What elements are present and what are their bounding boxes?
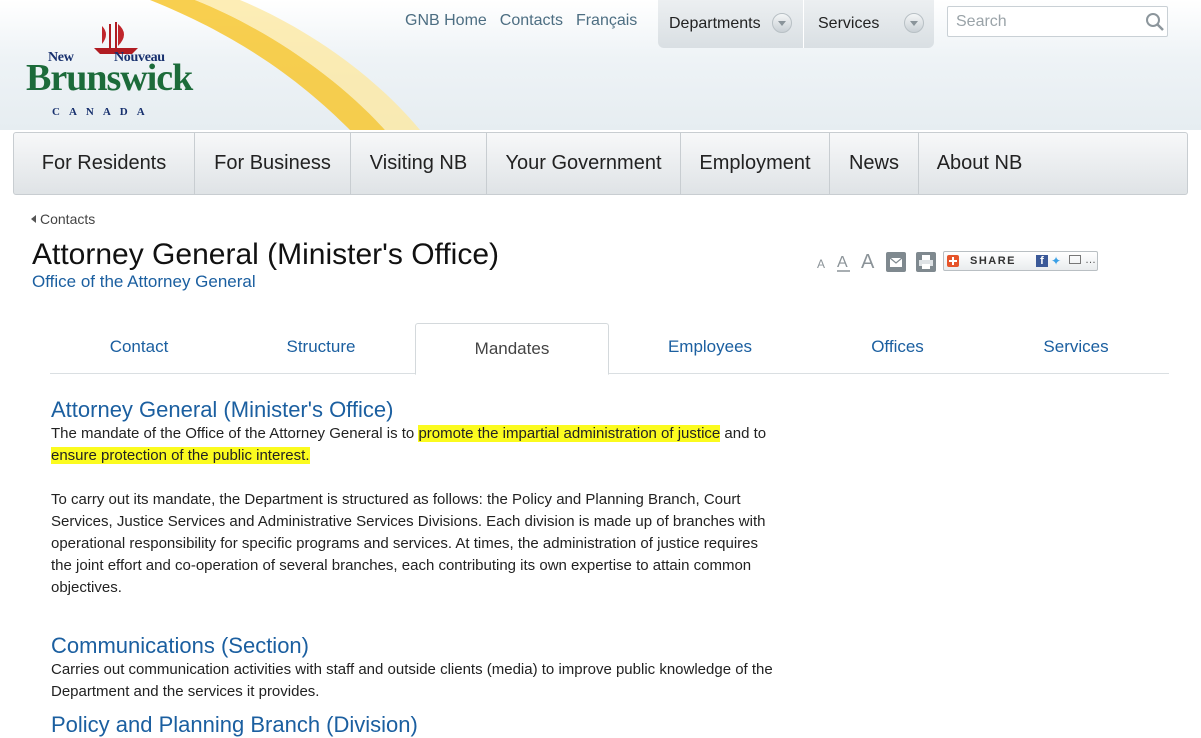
mandate-text-2: and to <box>720 425 767 442</box>
chevron-down-icon[interactable] <box>904 13 924 33</box>
tab-bar: Contact Structure Mandates Employees Off… <box>50 322 1169 375</box>
page-title: Attorney General (Minister's Office) <box>32 238 499 271</box>
svg-text:A: A <box>817 257 825 270</box>
section-title-communications[interactable]: Communications (Section) <box>51 633 309 659</box>
structure-paragraph: To carry out its mandate, the Department… <box>51 491 766 596</box>
more-icon: … <box>1085 254 1096 266</box>
nav-your-government[interactable]: Your Government <box>487 133 681 194</box>
site-header: New Nouveau Brunswick CANADA GNB Home Co… <box>0 0 1201 130</box>
search-input[interactable] <box>954 12 1138 32</box>
services-dropdown-label: Services <box>818 15 880 32</box>
francais-link[interactable]: Français <box>576 12 637 30</box>
print-icon[interactable] <box>916 252 936 272</box>
communications-paragraph: Carries out communication activities wit… <box>51 661 773 700</box>
gnb-logo[interactable]: New Nouveau Brunswick CANADA <box>24 20 214 118</box>
facebook-icon: f <box>1036 255 1048 267</box>
logo-wordmark: Brunswick <box>26 57 193 99</box>
page-subtitle-link[interactable]: Office of the Attorney General <box>32 272 256 292</box>
section-title-policy-planning[interactable]: Policy and Planning Branch (Division) <box>51 712 418 738</box>
share-email-icon <box>1069 255 1081 264</box>
text-medium-icon[interactable]: A <box>836 252 852 272</box>
nav-about-nb[interactable]: About NB <box>919 133 1040 194</box>
search-box <box>947 6 1168 37</box>
search-icon[interactable] <box>1145 12 1165 32</box>
chevron-down-icon[interactable] <box>772 13 792 33</box>
main-navigation: For Residents For Business Visiting NB Y… <box>13 132 1188 195</box>
nav-for-business[interactable]: For Business <box>195 133 351 194</box>
text-small-icon[interactable]: A <box>816 256 828 270</box>
logo-text-canada: CANADA <box>52 106 154 118</box>
share-plus-icon <box>947 255 959 267</box>
breadcrumb[interactable]: Contacts <box>31 211 95 227</box>
tab-structure[interactable]: Structure <box>228 322 414 372</box>
tab-mandates[interactable]: Mandates <box>415 323 609 375</box>
share-label: SHARE <box>970 255 1017 267</box>
mandate-text-1: The mandate of the Office of the Attorne… <box>51 425 419 442</box>
nav-for-residents[interactable]: For Residents <box>14 133 195 194</box>
section-title-attorney-general[interactable]: Attorney General (Minister's Office) <box>51 397 393 423</box>
tab-employees[interactable]: Employees <box>610 322 810 372</box>
gnb-home-link[interactable]: GNB Home <box>405 12 487 30</box>
mandate-paragraph: The mandate of the Office of the Attorne… <box>51 423 781 467</box>
chevron-left-icon <box>31 215 36 223</box>
highlight-impartial-justice: promote the impartial administration of … <box>418 425 721 442</box>
tab-offices[interactable]: Offices <box>810 322 985 372</box>
services-dropdown[interactable]: Services <box>804 0 934 48</box>
highlight-public-interest: ensure protection of the public interest… <box>51 447 310 464</box>
twitter-icon: ✦ <box>1051 254 1062 268</box>
text-large-icon[interactable]: A <box>860 250 880 270</box>
svg-text:A: A <box>861 251 875 270</box>
breadcrumb-contacts[interactable]: Contacts <box>40 211 95 227</box>
departments-dropdown-label: Departments <box>669 15 761 32</box>
nav-employment[interactable]: Employment <box>681 133 830 194</box>
nav-news[interactable]: News <box>830 133 919 194</box>
tab-services[interactable]: Services <box>985 322 1167 372</box>
svg-text:A: A <box>837 254 848 271</box>
contacts-link[interactable]: Contacts <box>500 12 563 30</box>
tab-contact[interactable]: Contact <box>50 322 228 372</box>
share-button[interactable]: SHARE f ✦ … <box>943 251 1098 271</box>
departments-dropdown[interactable]: Departments <box>658 0 804 48</box>
top-links: GNB Home Contacts Français <box>405 12 637 30</box>
dropdown-bar: Departments Services <box>658 0 934 48</box>
nav-visiting-nb[interactable]: Visiting NB <box>351 133 487 194</box>
email-icon[interactable] <box>886 252 906 272</box>
